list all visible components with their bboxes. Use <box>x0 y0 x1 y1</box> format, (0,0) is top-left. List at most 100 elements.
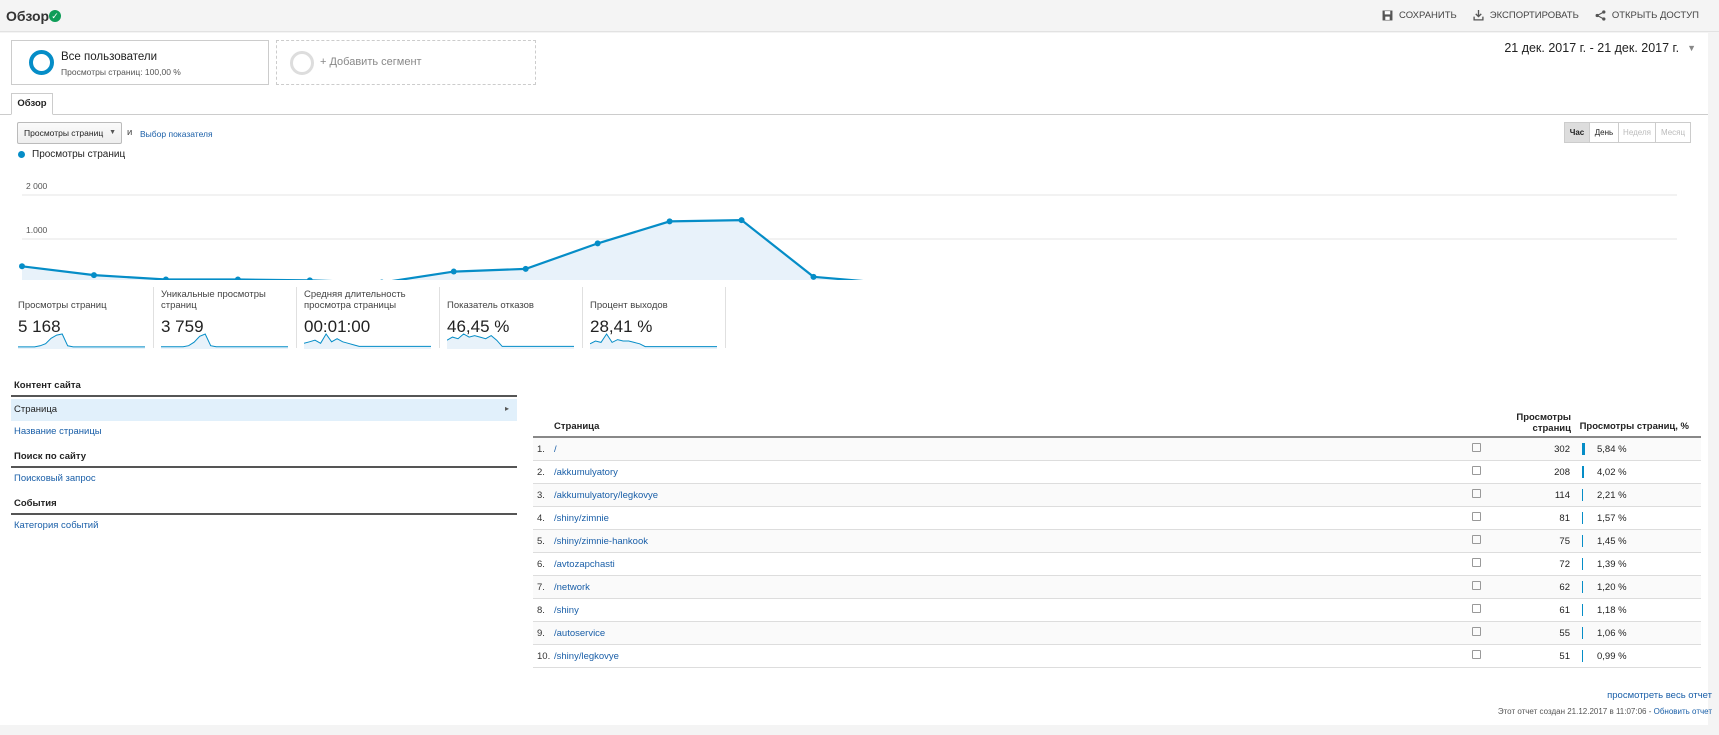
view-full-report-link[interactable]: просмотреть весь отчет <box>1607 690 1712 701</box>
y-tick-label: 1.000 <box>26 225 48 235</box>
page-link[interactable]: / <box>554 444 557 455</box>
nav-item[interactable]: Страница ▸ <box>11 399 517 421</box>
sparkline-line <box>161 333 288 348</box>
page-link[interactable]: /shiny/legkovye <box>554 651 619 662</box>
page-link[interactable]: /shiny <box>554 605 579 616</box>
nav-item-label: Название страницы <box>14 426 102 437</box>
export-icon <box>1473 10 1484 21</box>
col-views-pct-header[interactable]: Просмотры страниц, % <box>1580 421 1689 432</box>
pct-value: 1,45 % <box>1597 536 1627 547</box>
external-link-icon[interactable] <box>1472 443 1481 452</box>
page-link[interactable]: /shiny/zimnie <box>554 513 609 524</box>
segment-subtitle: Просмотры страниц: 100,00 % <box>61 67 181 77</box>
granularity-week[interactable]: Неделя <box>1618 122 1656 143</box>
table-row: 1. / 302 5,84 % <box>533 438 1701 461</box>
scorecard[interactable]: Просмотры страниц 5 168 <box>11 287 154 349</box>
pct-bar <box>1582 535 1583 547</box>
page-title: Обзор <box>6 8 50 24</box>
save-button[interactable]: СОХРАНИТЬ <box>1382 10 1457 21</box>
pct-bar <box>1582 581 1583 593</box>
series-line <box>21 218 864 280</box>
export-button[interactable]: ЭКСПОРТИРОВАТЬ <box>1473 10 1579 21</box>
data-point <box>810 273 817 280</box>
external-link-icon[interactable] <box>1472 604 1481 613</box>
top-bar: Обзор ✓ СОХРАНИТЬ ЭКСПОРТИРОВАТЬ ОТКРЫТЬ… <box>0 0 1719 32</box>
page-link[interactable]: /autoservice <box>554 628 605 639</box>
pct-bar <box>1582 558 1583 570</box>
top-actions: СОХРАНИТЬ ЭКСПОРТИРОВАТЬ ОТКРЫТЬ ДОСТУП <box>1382 10 1699 21</box>
col-page-header[interactable]: Страница <box>554 421 599 432</box>
share-label: ОТКРЫТЬ ДОСТУП <box>1611 10 1699 21</box>
data-point <box>162 276 169 280</box>
choose-metric-link[interactable]: Выбор показателя <box>140 129 213 139</box>
data-point <box>450 268 457 275</box>
nav-item[interactable]: Категория событий <box>11 515 517 537</box>
row-number: 5. <box>537 536 545 547</box>
scorecard[interactable]: Средняя длительность просмотра страницы 0… <box>297 287 440 349</box>
row-number: 1. <box>537 444 545 455</box>
report-navigation: Контент сайта Страница ▸ Название страницы П… <box>11 380 517 537</box>
scorecard-label: Средняя длительность просмотра страницы <box>304 289 406 311</box>
scorecard-sparkline <box>18 333 145 349</box>
table-row: 4. /shiny/zimnie 81 1,57 % <box>533 507 1701 530</box>
save-icon <box>1382 10 1393 21</box>
pageviews-value: 114 <box>1554 490 1570 501</box>
external-link-icon[interactable] <box>1472 466 1481 475</box>
external-link-icon[interactable] <box>1472 581 1481 590</box>
pageviews-value: 72 <box>1559 559 1570 570</box>
scorecard[interactable]: Показатель отказов 46,45 % <box>440 287 583 349</box>
granularity-hour[interactable]: Час <box>1564 122 1590 143</box>
pct-value: 1,06 % <box>1597 628 1627 639</box>
nav-section-title: Контент сайта <box>11 380 517 397</box>
refresh-report-link[interactable]: Обновить отчет <box>1654 707 1712 716</box>
page-link[interactable]: /akkumulyatory <box>554 467 618 478</box>
nav-item[interactable]: Название страницы <box>11 421 517 443</box>
scorecard[interactable]: Уникальные просмотры страниц 3 759 <box>154 287 297 349</box>
external-link-icon[interactable] <box>1472 535 1481 544</box>
page-link[interactable]: /network <box>554 582 590 593</box>
page-link[interactable]: /avtozapchasti <box>554 559 615 570</box>
pct-value: 2,21 % <box>1597 490 1627 501</box>
data-point <box>234 276 241 280</box>
scorecard[interactable]: Процент выходов 28,41 % <box>583 287 726 349</box>
table-row: 2. /akkumulyatory 208 4,02 % <box>533 461 1701 484</box>
granularity-day[interactable]: День <box>1589 122 1619 143</box>
pct-value: 1,18 % <box>1597 605 1627 616</box>
external-link-icon[interactable] <box>1472 489 1481 498</box>
nav-section-title: Поиск по сайту <box>11 451 517 468</box>
tab-overview[interactable]: Обзор <box>11 93 53 115</box>
scorecard-sparkline <box>590 333 717 349</box>
save-label: СОХРАНИТЬ <box>1399 10 1457 21</box>
row-number: 2. <box>537 467 545 478</box>
table-row: 3. /akkumulyatory/legkovye 114 2,21 % <box>533 484 1701 507</box>
pct-bar <box>1582 512 1583 524</box>
row-number: 4. <box>537 513 545 524</box>
row-number: 6. <box>537 559 545 570</box>
share-button[interactable]: ОТКРЫТЬ ДОСТУП <box>1595 10 1699 21</box>
external-link-icon[interactable] <box>1472 512 1481 521</box>
col-views-header[interactable]: Просмотры страниц <box>1501 412 1571 434</box>
table-row: 8. /shiny 61 1,18 % <box>533 599 1701 622</box>
scorecard-label: Показатель отказов <box>447 299 534 311</box>
add-segment-button[interactable]: + Добавить сегмент <box>276 40 536 85</box>
nav-section-title: События <box>11 498 517 515</box>
segment-ring-icon <box>29 50 54 75</box>
page-link[interactable]: /akkumulyatory/legkovye <box>554 490 658 501</box>
segment-title: Все пользователи <box>61 51 158 63</box>
date-range-picker[interactable]: 21 дек. 2017 г. - 21 дек. 2017 г. ▼ <box>1504 41 1696 55</box>
add-segment-ring-icon <box>290 51 314 75</box>
metric-dropdown[interactable]: Просмотры страниц ▼ <box>17 122 122 144</box>
pct-value: 5,84 % <box>1597 444 1627 455</box>
data-point <box>306 277 313 280</box>
pct-bar <box>1582 443 1585 455</box>
external-link-icon[interactable] <box>1472 650 1481 659</box>
segment-all-users[interactable]: Все пользователи Просмотры страниц: 100,… <box>11 40 269 85</box>
nav-item[interactable]: Поисковый запрос <box>11 468 517 490</box>
page-link[interactable]: /shiny/zimnie-hankook <box>554 536 648 547</box>
pct-value: 0,99 % <box>1597 651 1627 662</box>
granularity-month[interactable]: Месяц <box>1655 122 1691 143</box>
external-link-icon[interactable] <box>1472 627 1481 636</box>
chevron-right-icon: ▸ <box>504 404 509 413</box>
external-link-icon[interactable] <box>1472 558 1481 567</box>
row-number: 10. <box>537 651 551 662</box>
